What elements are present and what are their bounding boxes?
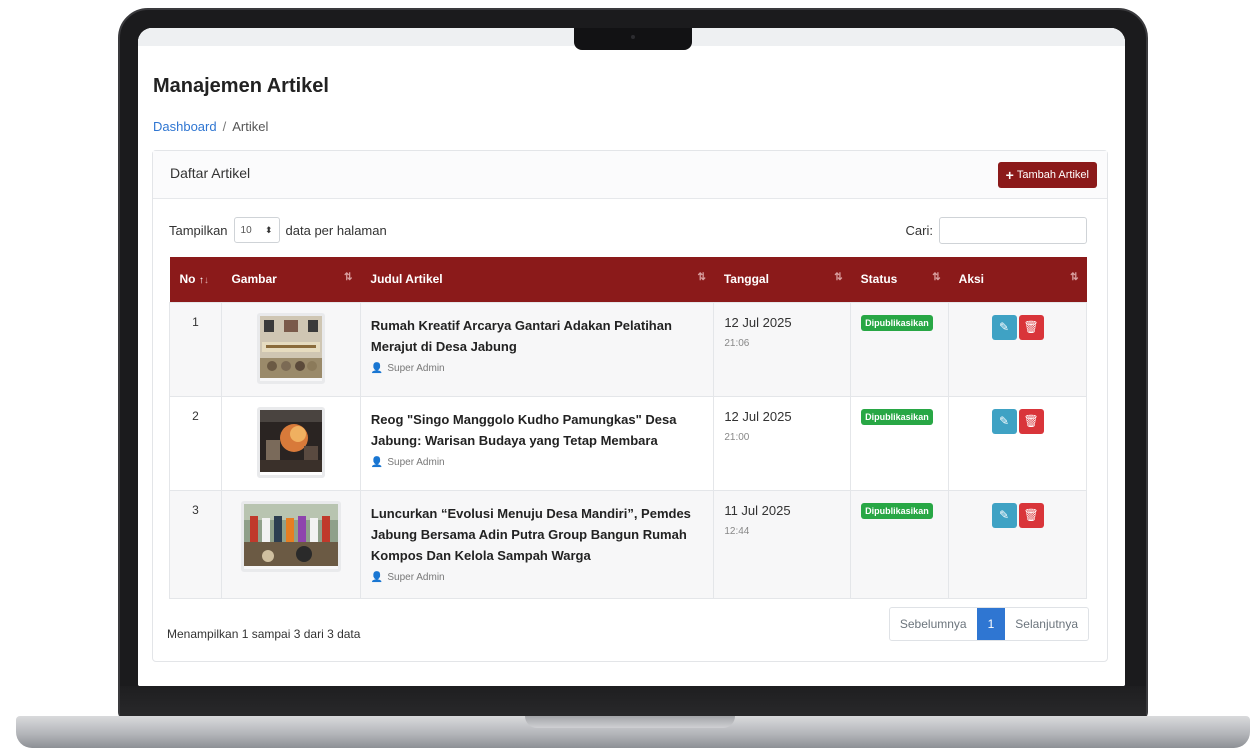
article-date-cell: 11 Jul 2025 12:44 <box>713 489 852 599</box>
trash-icon: 🗑 <box>1023 319 1039 334</box>
table-row: 3 Luncurkan “Evolusi Menuju Desa Mandiri… <box>169 489 1087 599</box>
article-thumbnail[interactable] <box>256 406 325 478</box>
user-edit-icon: 👤 <box>370 456 384 468</box>
article-title: Luncurkan “Evolusi Menuju Desa Mandiri”,… <box>370 505 691 563</box>
article-date-cell: 12 Jul 2025 21:06 <box>713 301 852 397</box>
table-row: 1 Rumah Kreatif Arcarya Gantari Adakan P… <box>169 301 1087 397</box>
article-time: 12:44 <box>724 525 750 537</box>
pagination-info: Menampilkan 1 sampai 3 dari 3 data <box>167 627 361 641</box>
article-title-cell: Luncurkan “Evolusi Menuju Desa Mandiri”,… <box>359 489 715 599</box>
article-thumbnail[interactable] <box>240 500 341 572</box>
laptop-mockup: Manajemen Artikel Dashboard / Artikel Daft… <box>0 0 1256 751</box>
edit-button[interactable]: ✎ <box>991 502 1017 528</box>
plus-icon: + <box>1005 167 1014 183</box>
column-header-gambar[interactable]: Gambar ⇅ <box>221 257 361 302</box>
user-edit-icon: 👤 <box>370 362 384 374</box>
breadcrumb-separator: / <box>222 119 227 134</box>
camera-notch <box>574 28 692 50</box>
status-badge: Dipublikasikan <box>861 502 933 519</box>
article-date: 12 Jul 2025 <box>724 314 792 330</box>
article-date: 12 Jul 2025 <box>724 408 792 424</box>
article-actions-cell: ✎ 🗑 <box>948 395 1087 491</box>
article-time: 21:06 <box>724 337 750 349</box>
laptop-chin <box>120 686 1146 720</box>
article-thumbnail[interactable] <box>256 312 325 384</box>
delete-button[interactable]: 🗑 <box>1018 502 1044 528</box>
show-prefix-label: Tampilkan <box>169 222 228 238</box>
article-author: 👤 Super Admin <box>370 362 445 374</box>
article-author: 👤 Super Admin <box>370 456 445 468</box>
page-size-select[interactable]: 10 ⬍ <box>233 217 280 243</box>
status-badge: Dipublikasikan <box>861 314 933 331</box>
column-header-aksi[interactable]: Aksi ⇅ <box>948 257 1087 302</box>
article-status-cell: Dipublikasikan <box>850 395 950 491</box>
article-date: 11 Jul 2025 <box>724 502 791 518</box>
article-author: 👤 Super Admin <box>370 571 445 583</box>
sort-icon: ⇅ <box>1070 272 1079 283</box>
article-thumbnail-cell <box>220 395 361 491</box>
column-header-no[interactable]: No ↑↓ <box>169 257 222 302</box>
previous-page-button[interactable]: Sebelumnya <box>890 608 977 640</box>
delete-button[interactable]: 🗑 <box>1018 408 1044 434</box>
sort-icon: ⇅ <box>932 272 941 283</box>
user-edit-icon: 👤 <box>370 571 384 583</box>
edit-button[interactable]: ✎ <box>991 314 1017 340</box>
page-title: Manajemen Artikel <box>153 75 329 97</box>
select-arrows-icon: ⬍ <box>264 224 273 235</box>
page-size-value: 10 <box>240 224 252 236</box>
status-badge: Dipublikasikan <box>861 408 933 425</box>
breadcrumb: Dashboard / Artikel <box>153 119 268 134</box>
search-control: Cari: <box>906 217 1087 244</box>
edit-icon: ✎ <box>999 507 1010 522</box>
sort-icon: ⇅ <box>697 272 706 283</box>
page-size-control: Tampilkan 10 ⬍ data per halaman <box>169 217 387 243</box>
add-article-button[interactable]: + Tambah Artikel <box>997 162 1097 188</box>
edit-icon: ✎ <box>999 413 1010 428</box>
row-number: 2 <box>169 395 222 491</box>
breadcrumb-dashboard-link[interactable]: Dashboard <box>153 119 217 134</box>
article-actions-cell: ✎ 🗑 <box>948 489 1087 599</box>
article-time: 21:00 <box>724 431 750 443</box>
table-row: 2 Reog "Singo Manggolo Kudho Pamungkas" … <box>169 395 1087 491</box>
article-status-cell: Dipublikasikan <box>850 489 950 599</box>
article-thumbnail-cell <box>220 489 361 599</box>
delete-button[interactable]: 🗑 <box>1018 314 1044 340</box>
trash-icon: 🗑 <box>1023 507 1039 522</box>
edit-button[interactable]: ✎ <box>991 408 1017 434</box>
article-title-cell: Reog "Singo Manggolo Kudho Pamungkas" De… <box>359 395 715 491</box>
add-article-label: Tambah Artikel <box>1016 169 1089 181</box>
edit-icon: ✎ <box>999 319 1010 334</box>
article-actions-cell: ✎ 🗑 <box>948 301 1087 397</box>
article-table: No ↑↓ Gambar ⇅ Judul Artikel ⇅ Tanggal ⇅ St… <box>169 257 1087 599</box>
breadcrumb-current: Artikel <box>232 119 269 134</box>
pagination: Sebelumnya 1 Selanjutnya <box>888 607 1089 641</box>
article-list-card: Daftar Artikel + Tambah Artikel Tampilka… <box>152 150 1108 662</box>
column-header-status[interactable]: Status ⇅ <box>850 257 949 302</box>
sort-icon: ⇅ <box>834 272 843 283</box>
search-label: Cari: <box>905 223 933 238</box>
row-number: 1 <box>169 301 222 397</box>
column-header-tanggal[interactable]: Tanggal ⇅ <box>713 257 851 302</box>
laptop-base-lip <box>525 716 735 728</box>
card-header: Daftar Artikel + Tambah Artikel <box>153 151 1107 199</box>
next-page-button[interactable]: Selanjutnya <box>1005 608 1088 640</box>
article-date-cell: 12 Jul 2025 21:00 <box>713 395 852 491</box>
card-title: Daftar Artikel <box>170 165 251 181</box>
table-header-row: No ↑↓ Gambar ⇅ Judul Artikel ⇅ Tanggal ⇅ St… <box>169 257 1087 302</box>
search-input[interactable] <box>939 217 1087 244</box>
show-suffix-label: data per halaman <box>285 222 387 238</box>
article-thumbnail-cell <box>220 301 361 397</box>
row-number: 3 <box>169 489 222 599</box>
sort-icon: ⇅ <box>344 272 353 283</box>
article-title-cell: Rumah Kreatif Arcarya Gantari Adakan Pel… <box>359 301 715 397</box>
column-header-judul[interactable]: Judul Artikel ⇅ <box>360 257 714 302</box>
admin-page: Manajemen Artikel Dashboard / Artikel Daft… <box>138 28 1125 686</box>
page-1-button[interactable]: 1 <box>976 608 1006 640</box>
article-title: Rumah Kreatif Arcarya Gantari Adakan Pel… <box>370 317 672 354</box>
trash-icon: 🗑 <box>1023 413 1039 428</box>
laptop-screen: Manajemen Artikel Dashboard / Artikel Daft… <box>138 28 1125 686</box>
article-status-cell: Dipublikasikan <box>850 301 950 397</box>
article-title: Reog "Singo Manggolo Kudho Pamungkas" De… <box>370 411 677 448</box>
